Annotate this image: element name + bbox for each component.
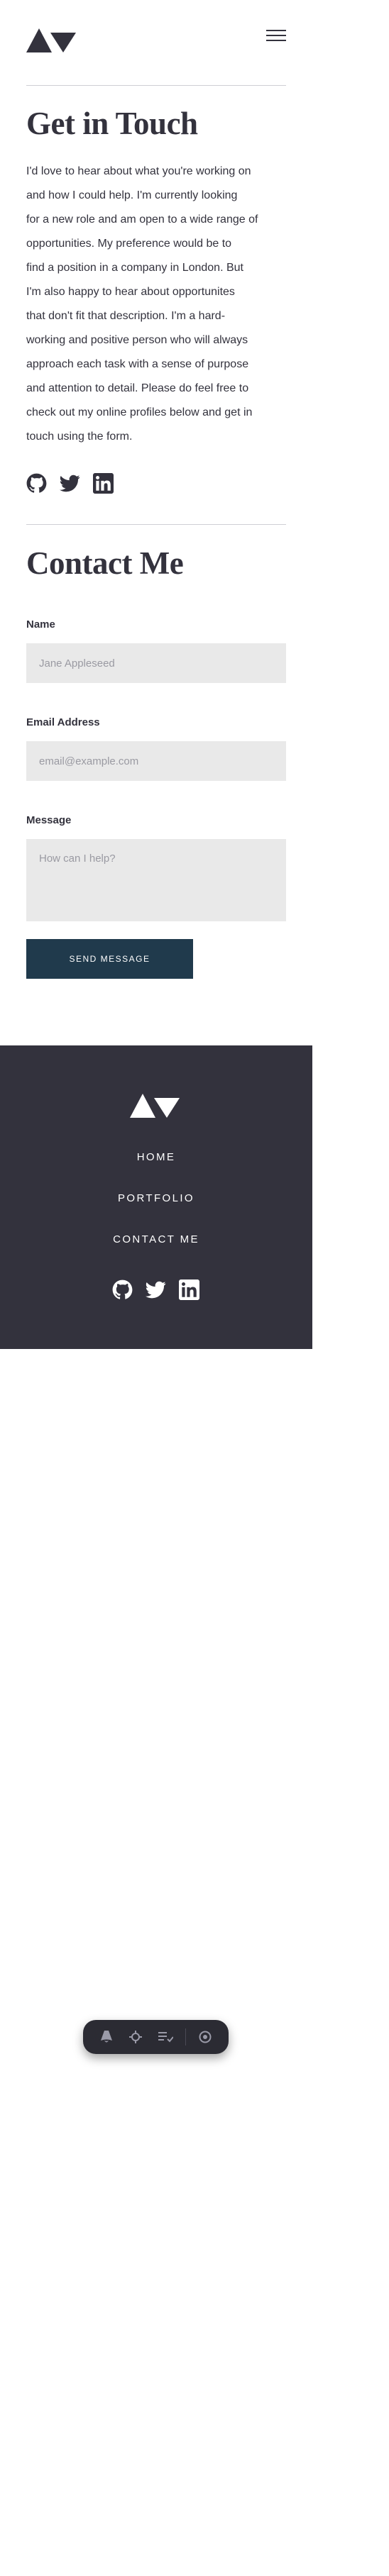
settings-icon[interactable] (195, 2027, 215, 2047)
footer-nav: HOME PORTFOLIO CONTACT ME (0, 1150, 312, 1274)
email-input[interactable] (26, 741, 286, 781)
intro-line: and how I could help. I'm currently look… (26, 189, 238, 201)
page: Get in Touch I'd love to hear about what… (0, 0, 389, 2576)
name-input[interactable] (26, 643, 286, 683)
email-label: Email Address (26, 716, 100, 728)
intro-line: for a new role and am open to a wide ran… (26, 213, 258, 226)
message-label: Message (26, 814, 72, 826)
site-header (26, 24, 286, 55)
astro-icon[interactable] (97, 2027, 116, 2047)
linkedin-icon[interactable] (179, 1279, 199, 1300)
intro-line: I'm also happy to hear about opportunite… (26, 286, 235, 298)
hamburger-menu-icon[interactable] (266, 30, 286, 43)
intro-paragraph: I'd love to hear about what you're worki… (26, 160, 289, 449)
github-icon[interactable] (26, 473, 47, 494)
intro-line: touch using the form. (26, 431, 133, 443)
name-label: Name (26, 618, 55, 631)
site-footer: HOME PORTFOLIO CONTACT ME (0, 1045, 312, 1349)
audit-icon[interactable] (155, 2027, 175, 2047)
twitter-icon[interactable] (60, 473, 80, 494)
footer-nav-home[interactable]: HOME (0, 1150, 312, 1192)
footer-nav-portfolio[interactable]: PORTFOLIO (0, 1192, 312, 1233)
intro-line: find a position in a company in London. … (26, 262, 243, 274)
intro-line: working and positive person who will alw… (26, 334, 248, 346)
linkedin-icon[interactable] (93, 473, 114, 494)
intro-line: opportunities. My preference would be to (26, 238, 232, 250)
toolbar-separator (185, 2028, 186, 2045)
about-title: Get in Touch (26, 106, 198, 141)
about-social-links (26, 473, 114, 494)
github-icon[interactable] (112, 1279, 133, 1300)
intro-line: that don't fit that description. I'm a h… (26, 310, 226, 322)
send-message-button[interactable]: SEND MESSAGE (26, 939, 193, 979)
logo[interactable] (26, 24, 76, 52)
intro-line: approach each task with a sense of purpo… (26, 358, 249, 370)
intro-line: check out my online profiles below and g… (26, 406, 253, 418)
dev-toolbar (83, 2020, 229, 2054)
footer-logo[interactable] (130, 1089, 180, 1118)
twitter-icon[interactable] (146, 1279, 166, 1300)
footer-nav-contact[interactable]: CONTACT ME (0, 1233, 312, 1274)
contact-title: Contact Me (26, 545, 184, 581)
intro-line: I'd love to hear about what you're worki… (26, 165, 251, 177)
message-textarea[interactable] (26, 839, 286, 921)
intro-line: and attention to detail. Please do feel … (26, 382, 249, 394)
inspect-icon[interactable] (126, 2027, 146, 2047)
top-divider (26, 85, 286, 86)
mid-divider (26, 524, 286, 525)
footer-social-links (112, 1279, 199, 1300)
